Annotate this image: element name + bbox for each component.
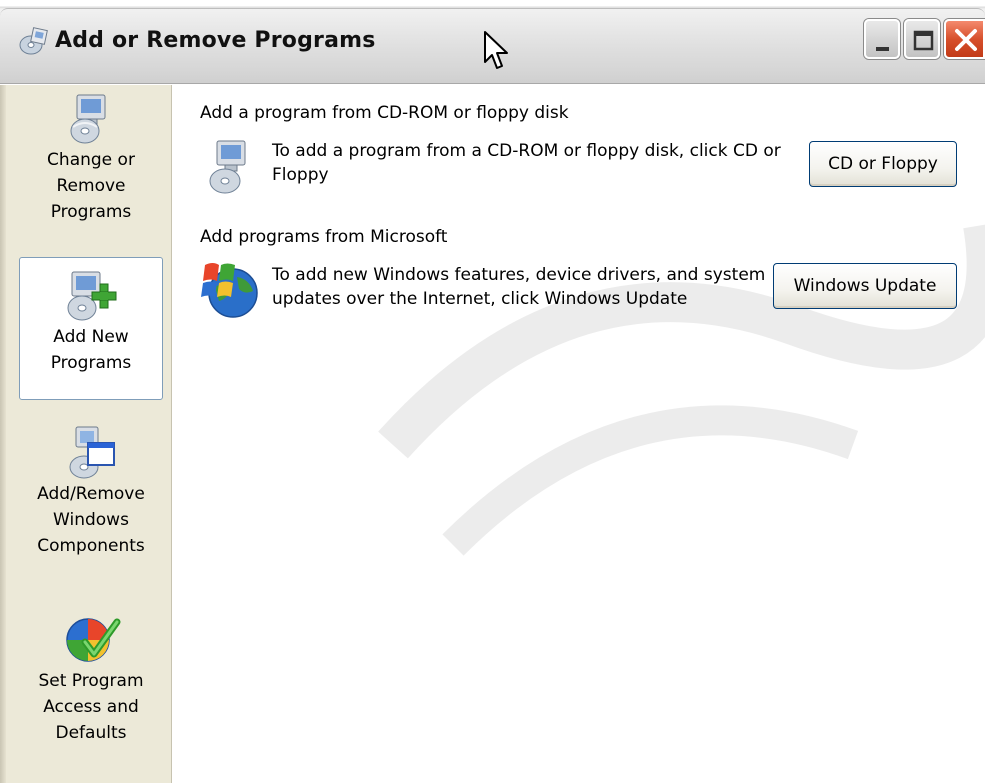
sidebar-item-program-access-defaults[interactable]: Set Program Access and Defaults <box>19 610 163 770</box>
sidebar-item-windows-components[interactable]: Add/Remove Windows Components <box>19 425 163 575</box>
close-button[interactable] <box>944 19 985 59</box>
section-description-cd-floppy: To add a program from a CD-ROM or floppy… <box>272 141 781 185</box>
cd-or-floppy-button[interactable]: CD or Floppy <box>809 141 957 187</box>
sidebar-edge <box>0 85 6 783</box>
windows-update-globe-icon <box>201 263 258 318</box>
sidebar-item-label: Add New Programs <box>50 327 132 373</box>
mouse-pointer-icon <box>484 31 508 69</box>
maximize-icon <box>913 30 934 51</box>
minimize-icon <box>876 47 889 51</box>
add-new-programs-icon <box>67 271 117 321</box>
maximize-button[interactable] <box>904 19 940 59</box>
sidebar-item-label: Set Program Access and Defaults <box>38 671 144 743</box>
title-bar[interactable]: Add or Remove Programs <box>0 0 985 84</box>
program-access-defaults-icon <box>66 618 121 662</box>
add-remove-programs-icon[interactable] <box>18 25 50 57</box>
close-icon <box>955 29 977 51</box>
change-remove-programs-icon <box>70 94 106 144</box>
cd-floppy-install-icon <box>209 140 246 194</box>
sidebar: Change or Remove Programs Add New Progra… <box>0 85 172 783</box>
main-content: Add a program from CD-ROM or floppy disk… <box>173 85 985 783</box>
sidebar-item-add-new-programs[interactable]: Add New Programs <box>19 257 163 400</box>
section-description-microsoft: To add new Windows features, device driv… <box>272 265 766 309</box>
add-remove-programs-window: Add or Remove Programs Change or Remove … <box>0 0 985 783</box>
sidebar-item-change-remove-programs[interactable]: Change or Remove Programs <box>19 85 163 235</box>
section-heading-cd-floppy: Add a program from CD-ROM or floppy disk <box>200 103 569 123</box>
section-heading-microsoft: Add programs from Microsoft <box>200 227 448 247</box>
windows-components-icon <box>69 426 115 479</box>
window-title: Add or Remove Programs <box>55 28 376 53</box>
sidebar-item-label: Add/Remove Windows Components <box>37 484 145 556</box>
windows-update-button[interactable]: Windows Update <box>773 263 957 309</box>
watermark-swirl-icon <box>378 224 985 556</box>
minimize-button[interactable] <box>864 19 900 59</box>
sidebar-item-label: Change or Remove Programs <box>47 150 135 222</box>
